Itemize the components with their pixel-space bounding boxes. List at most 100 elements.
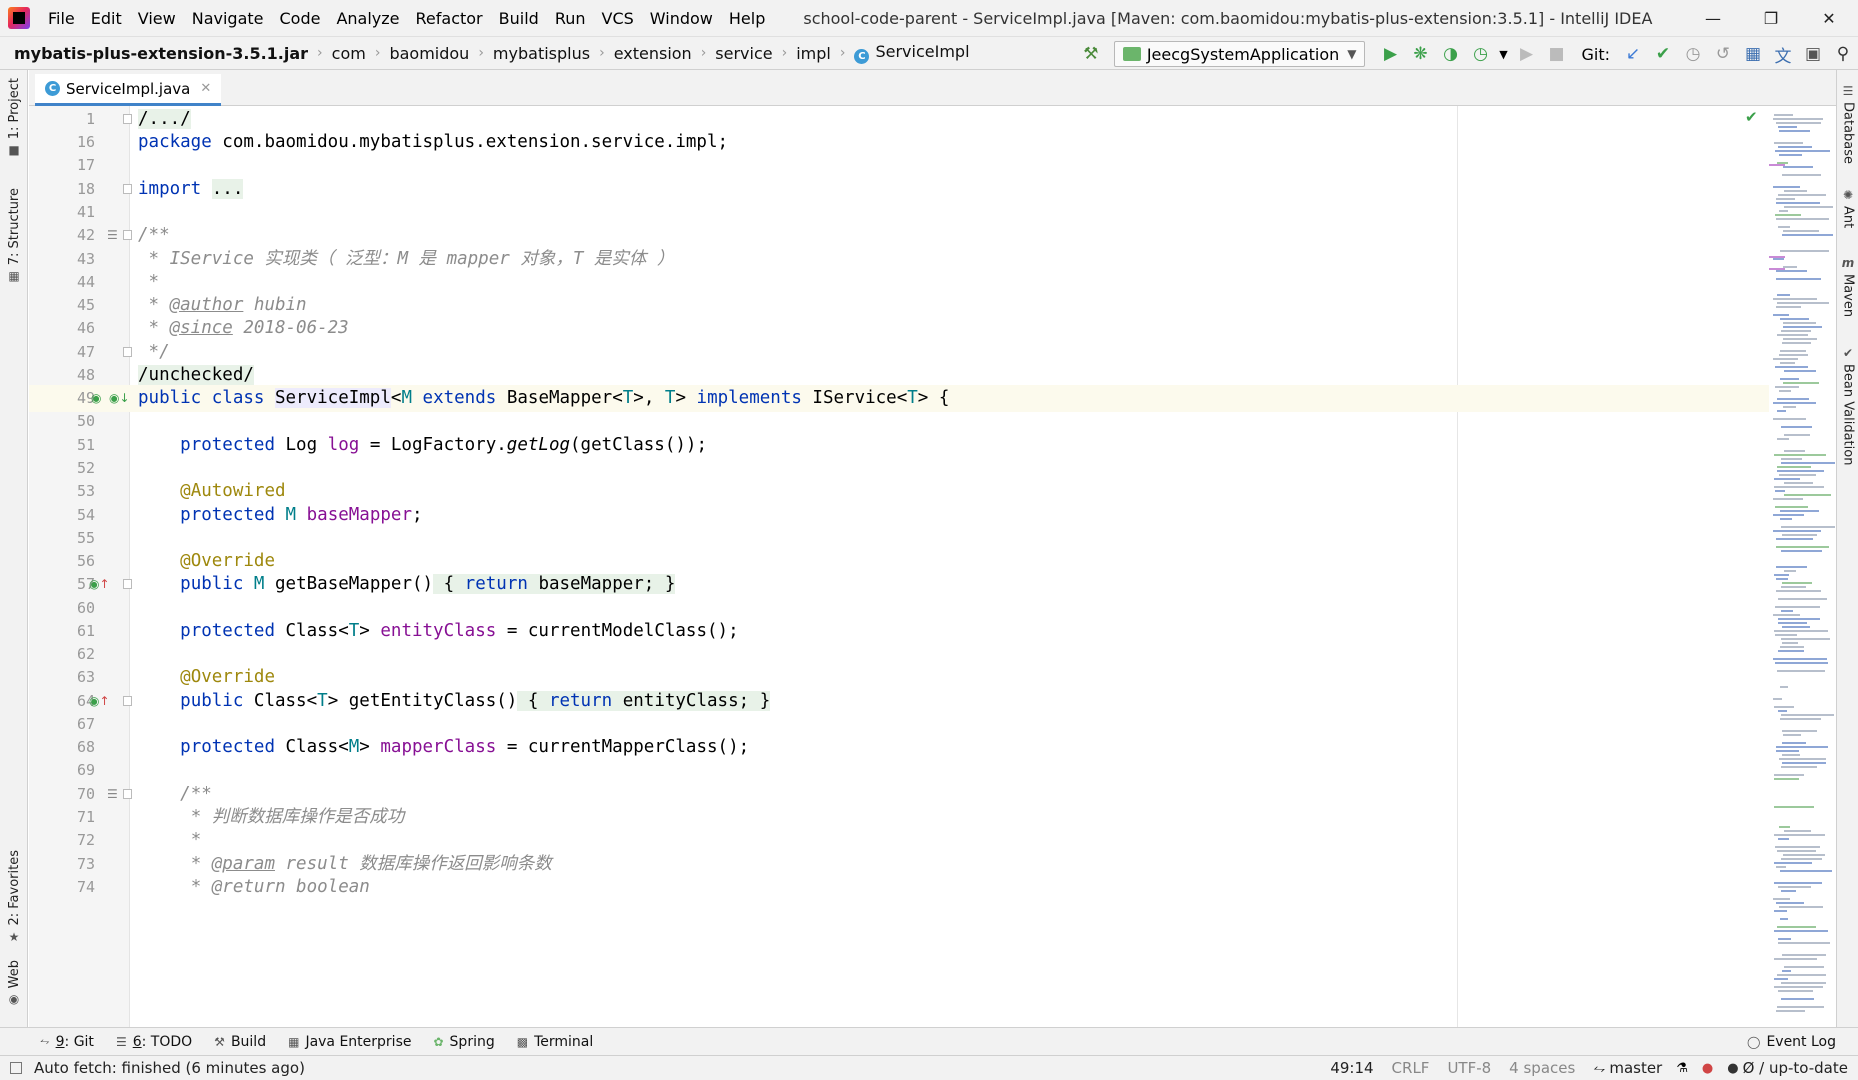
- minimize-icon[interactable]: —: [1684, 0, 1742, 36]
- doc-render-icon[interactable]: ☰: [107, 228, 118, 242]
- menu-window[interactable]: Window: [642, 9, 721, 28]
- fold-marker-icon[interactable]: [123, 114, 132, 124]
- minimap-line: [1784, 966, 1824, 968]
- translate-icon[interactable]: 文: [1768, 39, 1798, 69]
- code-line[interactable]: 74 * @return boolean: [29, 874, 1769, 901]
- tool-tab-structure[interactable]: 7: Structure ▦: [0, 188, 28, 283]
- tool-tab-event-log[interactable]: ◯ Event Log: [1747, 1034, 1836, 1050]
- code-line[interactable]: 72 *: [29, 827, 1769, 854]
- inspection-ok-icon[interactable]: ✔: [1745, 108, 1758, 126]
- file-encoding[interactable]: UTF-8: [1447, 1059, 1491, 1077]
- tool-tab-database[interactable]: ☰ Database: [1837, 84, 1858, 164]
- menu-edit[interactable]: Edit: [83, 9, 130, 28]
- status-bar: Auto fetch: finished (6 minutes ago) 49:…: [0, 1055, 1858, 1080]
- vcs-status[interactable]: Ø / up-to-date: [1743, 1059, 1848, 1077]
- implements-method-icon[interactable]: ◉↑: [89, 577, 110, 591]
- code-editor[interactable]: 1 /.../ 16 package com.baomidou.mybatisp…: [29, 106, 1836, 1027]
- code-line[interactable]: 42 ☰ /**: [29, 222, 1769, 249]
- tool-tab-build[interactable]: ⚒ Build: [214, 1034, 266, 1050]
- profile-dropdown-icon[interactable]: ▼: [1495, 39, 1511, 69]
- tool-tab-project[interactable]: 1: Project ■: [0, 78, 28, 157]
- close-icon[interactable]: ✕: [1800, 0, 1858, 36]
- presentation-icon[interactable]: ▣: [1798, 39, 1828, 69]
- breadcrumb-extension[interactable]: extension: [614, 44, 692, 63]
- run-icon[interactable]: ▶: [1375, 39, 1405, 69]
- tool-tab-ant[interactable]: ✺ Ant: [1837, 188, 1858, 228]
- menu-view[interactable]: View: [130, 9, 184, 28]
- debug-icon[interactable]: ❋: [1405, 39, 1435, 69]
- fold-marker-icon[interactable]: [123, 579, 132, 589]
- menu-refactor[interactable]: Refactor: [408, 9, 491, 28]
- tool-tab-web[interactable]: Web ◉: [0, 960, 28, 1006]
- fold-marker-icon[interactable]: [123, 347, 132, 357]
- fold-marker-icon[interactable]: [123, 184, 132, 194]
- inspector-icon[interactable]: ⚗: [1676, 1061, 1688, 1076]
- tool-windows-toggle-icon[interactable]: [10, 1062, 22, 1074]
- breadcrumb-class[interactable]: C ServiceImpl: [854, 42, 970, 64]
- tool-tab-git[interactable]: ⥊ 9: Git: [40, 1034, 94, 1050]
- search-icon[interactable]: ⚲: [1828, 39, 1858, 69]
- star-icon: ★: [8, 929, 20, 944]
- indent-setting[interactable]: 4 spaces: [1509, 1059, 1575, 1077]
- menu-code[interactable]: Code: [272, 9, 329, 28]
- fold-marker-icon[interactable]: [123, 789, 132, 799]
- editor-tab-serviceimpl[interactable]: C ServiceImpl.java ✕: [35, 74, 222, 106]
- bean-gutter-icon[interactable]: ◉: [91, 391, 101, 405]
- breadcrumb-impl[interactable]: impl: [796, 44, 831, 63]
- tool-tab-terminal[interactable]: ▩ Terminal: [517, 1034, 594, 1050]
- implemented-down-arrow-icon[interactable]: ◉↓: [109, 391, 130, 405]
- caret-position[interactable]: 49:14: [1330, 1059, 1373, 1077]
- breadcrumb-mybatisplus[interactable]: mybatisplus: [493, 44, 590, 63]
- code-line[interactable]: 50: [29, 408, 1769, 435]
- git-update-icon[interactable]: ↙: [1618, 39, 1648, 69]
- coverage-icon[interactable]: ◑: [1435, 39, 1465, 69]
- build-hammer-icon[interactable]: ⚒: [1076, 39, 1106, 69]
- tool-tab-spring-label: Spring: [449, 1033, 495, 1050]
- memory-indicator-icon[interactable]: ●: [1727, 1061, 1738, 1076]
- close-tab-icon[interactable]: ✕: [200, 81, 211, 96]
- code-minimap[interactable]: [1769, 106, 1836, 1027]
- code-line[interactable]: 46 * @since 2018-06-23: [29, 315, 1769, 342]
- line-number: 63: [76, 668, 95, 686]
- tool-tab-java-enterprise[interactable]: ▦ Java Enterprise: [288, 1034, 411, 1050]
- menu-file[interactable]: File: [40, 9, 83, 28]
- tool-tab-todo[interactable]: ☰ 6: TODO: [116, 1034, 192, 1050]
- tool-tab-spring[interactable]: ✿ Spring: [433, 1034, 494, 1050]
- breadcrumb-baomidou[interactable]: baomidou: [389, 44, 469, 63]
- minimap-line: [1775, 366, 1808, 368]
- code-line[interactable]: 69: [29, 757, 1769, 784]
- restore-icon[interactable]: ❐: [1742, 0, 1800, 36]
- line-separator[interactable]: CRLF: [1392, 1059, 1430, 1077]
- run-configuration-select[interactable]: JeecgSystemApplication ▼: [1113, 41, 1366, 67]
- git-history-icon[interactable]: ◷: [1678, 39, 1708, 69]
- tool-tab-maven[interactable]: m Maven: [1837, 256, 1858, 317]
- git-branch[interactable]: ⥊ master: [1593, 1059, 1662, 1077]
- tool-tab-bean-validation[interactable]: ✔ Bean Validation: [1837, 346, 1858, 465]
- minimap-line: [1775, 386, 1799, 388]
- menu-vcs[interactable]: VCS: [594, 9, 642, 28]
- breadcrumb-jar[interactable]: mybatis-plus-extension-3.5.1.jar: [14, 44, 308, 63]
- breadcrumb-service[interactable]: service: [715, 44, 772, 63]
- breadcrumb-com[interactable]: com: [332, 44, 366, 63]
- code-line[interactable]: 57 ◉↑ public M getBaseMapper() { return …: [29, 571, 1769, 598]
- code-line[interactable]: 17: [29, 152, 1769, 179]
- status-message[interactable]: Auto fetch: finished (6 minutes ago): [34, 1059, 305, 1077]
- line-number: 74: [76, 878, 95, 896]
- menu-run[interactable]: Run: [547, 9, 594, 28]
- menu-help[interactable]: Help: [721, 9, 773, 28]
- tool-tab-favorites[interactable]: 2: Favorites ★: [0, 850, 28, 944]
- error-icon[interactable]: ●: [1702, 1061, 1713, 1076]
- implements-method-icon[interactable]: ◉↑: [89, 694, 110, 708]
- doc-render-icon[interactable]: ☰: [107, 787, 118, 801]
- menu-navigate[interactable]: Navigate: [184, 9, 272, 28]
- code-line[interactable]: 63 @Override: [29, 664, 1769, 691]
- profile-icon[interactable]: ◷: [1465, 39, 1495, 69]
- code-line[interactable]: 53 @Autowired: [29, 478, 1769, 505]
- git-commit-icon[interactable]: ✔: [1648, 39, 1678, 69]
- menu-build[interactable]: Build: [491, 9, 547, 28]
- fold-marker-icon[interactable]: [123, 696, 132, 706]
- menu-analyze[interactable]: Analyze: [328, 9, 407, 28]
- project-structure-icon[interactable]: ▦: [1738, 39, 1768, 69]
- git-rollback-icon[interactable]: ↺: [1708, 39, 1738, 69]
- fold-marker-icon[interactable]: [123, 230, 132, 240]
